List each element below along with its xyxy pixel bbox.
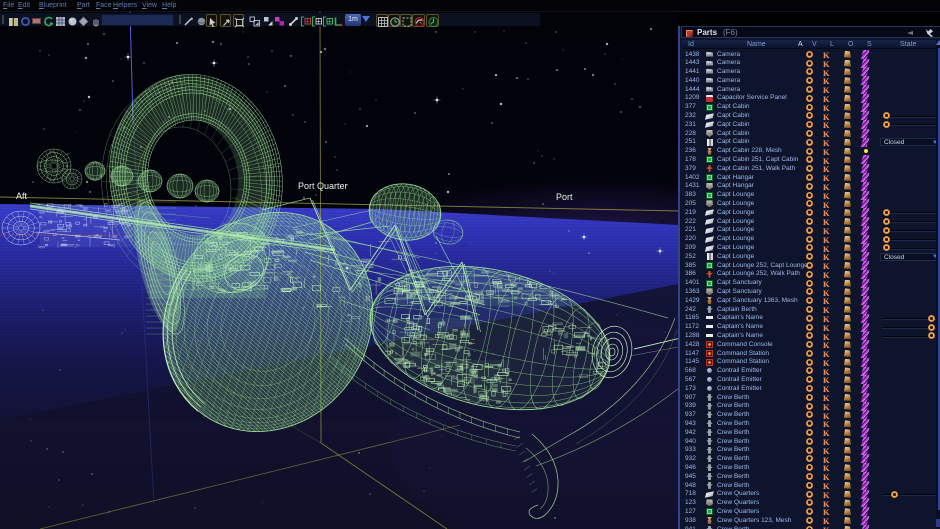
svg-text:Port Quarter: Port Quarter (298, 181, 348, 191)
svg-text:Port: Port (556, 192, 573, 202)
svg-text:Aft: Aft (16, 191, 28, 201)
